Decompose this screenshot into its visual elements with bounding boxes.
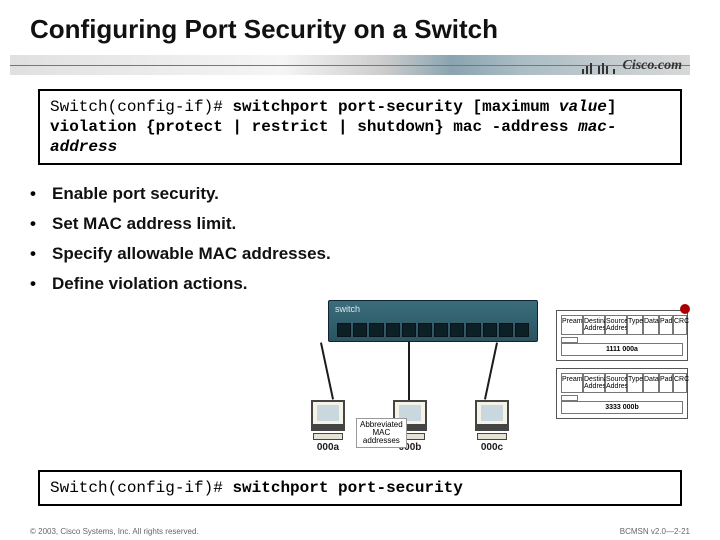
- cli-prompt: Switch(config-if)#: [50, 98, 232, 116]
- frame-col: Type: [627, 373, 643, 393]
- spin-icon: [680, 304, 690, 314]
- bullet-list: Enable port security. Set MAC address li…: [30, 179, 720, 299]
- cli-keyword: switchport port-security: [232, 479, 462, 497]
- frame-col: Source Address: [605, 315, 627, 335]
- frame-value: 3333 000b: [561, 401, 683, 414]
- brand-logo: Cisco.com: [581, 58, 682, 74]
- switch-label: switch: [335, 304, 360, 314]
- frame-col: CRC: [673, 373, 687, 393]
- cable-icon: [408, 342, 410, 400]
- pc-label: 000c: [468, 442, 516, 453]
- frame-col: CRC: [673, 315, 687, 335]
- brand-text: Cisco.com: [623, 58, 683, 73]
- footer: © 2003, Cisco Systems, Inc. All rights r…: [0, 527, 720, 536]
- list-item: Specify allowable MAC addresses.: [30, 239, 720, 269]
- cli-keyword: switchport port-security [maximum: [232, 98, 558, 116]
- frame-col: Pad: [659, 315, 673, 335]
- slide-title: Configuring Port Security on a Switch: [0, 0, 720, 55]
- pc-label: 000a: [304, 442, 352, 453]
- frame-col: Data: [643, 315, 659, 335]
- pc-icon: 000a: [304, 400, 352, 453]
- switch-device-icon: switch: [328, 300, 538, 342]
- cable-icon: [484, 342, 498, 399]
- frame-col: Preamble: [561, 315, 583, 335]
- frame-col: Preamble: [561, 373, 583, 393]
- list-item: Define violation actions.: [30, 269, 720, 299]
- frame-col: Data: [643, 373, 659, 393]
- frame-col: Destination Address: [583, 315, 605, 335]
- frame-col: Type: [627, 315, 643, 335]
- command-box-bottom: Switch(config-if)# switchport port-secur…: [38, 470, 682, 506]
- slide-number: BCMSN v2.0—2-21: [620, 527, 690, 536]
- cli-prompt: Switch(config-if)#: [50, 479, 232, 497]
- frame-table-1: Preamble Destination Address Source Addr…: [556, 310, 688, 361]
- mac-note: Abbreviated MAC addresses: [356, 418, 407, 448]
- cable-icon: [320, 342, 334, 399]
- frame-col: Pad: [659, 373, 673, 393]
- pc-icon: 000c: [468, 400, 516, 453]
- cli-arg: value: [559, 98, 607, 116]
- cisco-bars-icon: [581, 58, 616, 74]
- frame-col: Destination Address: [583, 373, 605, 393]
- list-item: Set MAC address limit.: [30, 209, 720, 239]
- frame-value: 1111 000a: [561, 343, 683, 356]
- frame-table-2: Preamble Destination Address Source Addr…: [556, 368, 688, 419]
- network-diagram: switch 000a 000b 000c Abbreviated MAC ad…: [278, 300, 690, 470]
- switch-ports-icon: [337, 323, 529, 337]
- list-item: Enable port security.: [30, 179, 720, 209]
- command-box-top: Switch(config-if)# switchport port-secur…: [38, 89, 682, 165]
- copyright: © 2003, Cisco Systems, Inc. All rights r…: [30, 527, 199, 536]
- frame-col: Source Address: [605, 373, 627, 393]
